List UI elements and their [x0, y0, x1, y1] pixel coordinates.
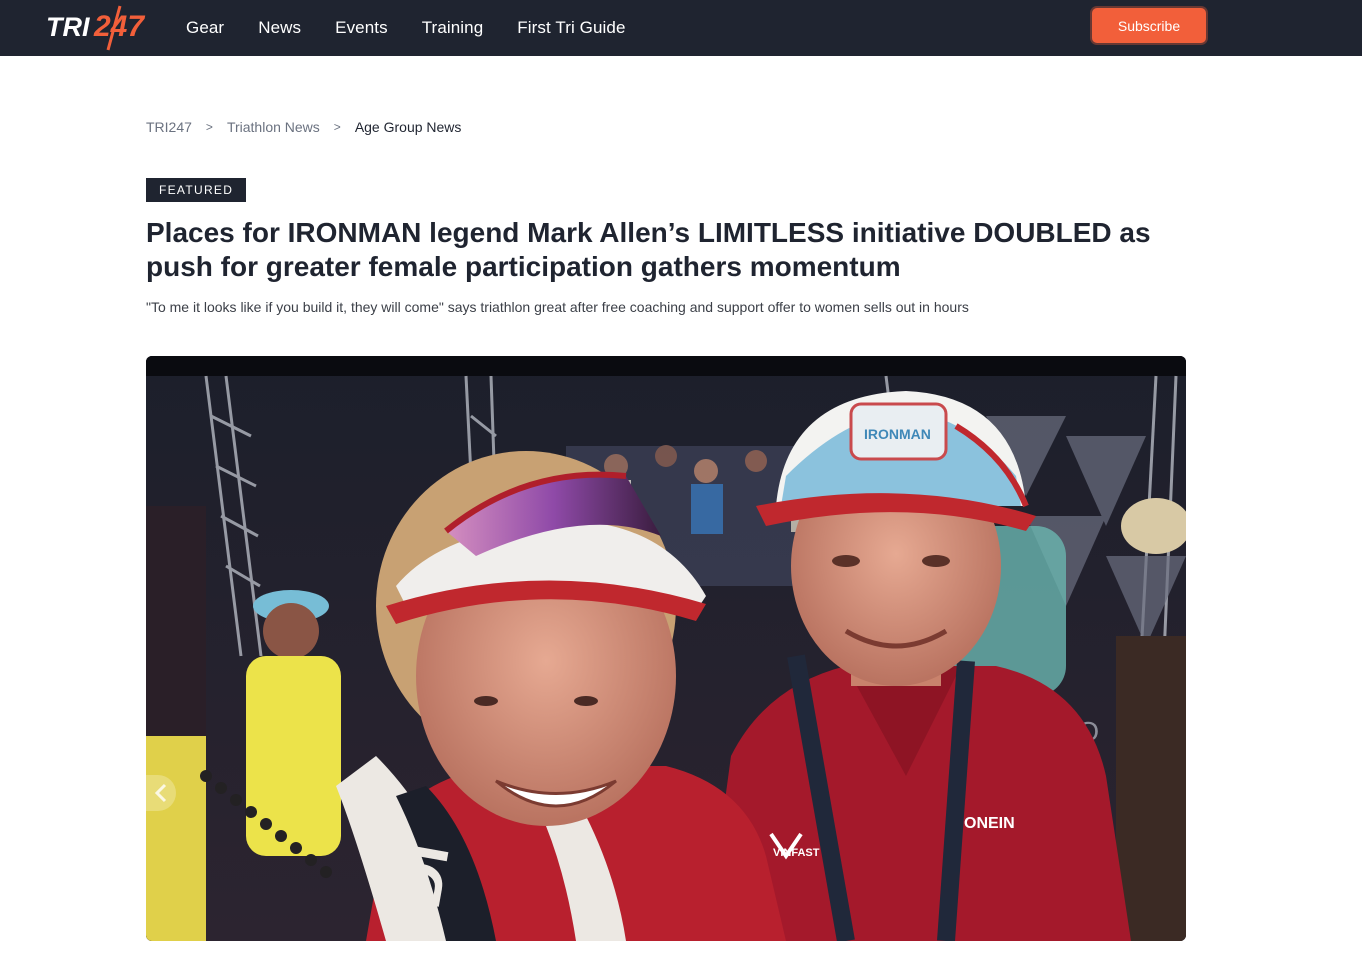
- breadcrumb-home[interactable]: TRI247: [146, 119, 192, 135]
- hero-image: WO VINFAST ONEIN IRONMAN DI: [146, 356, 1186, 941]
- breadcrumb-separator: >: [205, 120, 213, 134]
- shirt-badge-text: ONEIN: [964, 815, 1015, 832]
- svg-text:247: 247: [93, 10, 145, 43]
- site-logo[interactable]: TRI 247: [44, 2, 148, 52]
- nav-link-events[interactable]: Events: [335, 18, 388, 38]
- breadcrumb-current: Age Group News: [354, 119, 462, 135]
- tri247-logo-icon: TRI 247: [46, 5, 145, 51]
- top-navigation: TRI 247 Gear News Events Training First …: [0, 0, 1362, 56]
- breadcrumb: TRI247 > Triathlon News > Age Group News: [146, 119, 461, 135]
- chevron-left-icon: [154, 783, 167, 803]
- subscribe-button[interactable]: Subscribe: [1092, 8, 1206, 43]
- svg-text:DI: DI: [381, 838, 463, 914]
- svg-text:TRI: TRI: [46, 12, 90, 42]
- breadcrumb-triathlon-news[interactable]: Triathlon News: [227, 119, 320, 135]
- breadcrumb-separator: >: [333, 120, 341, 134]
- article-standfirst: "To me it looks like if you build it, th…: [146, 299, 969, 315]
- nav-link-news[interactable]: News: [258, 18, 301, 38]
- featured-badge: FEATURED: [146, 178, 247, 202]
- nav-link-first-tri-guide[interactable]: First Tri Guide: [517, 18, 625, 38]
- nav-link-training[interactable]: Training: [422, 18, 484, 38]
- cap-logo-text: IRONMAN: [864, 426, 931, 442]
- article-headline: Places for IRONMAN legend Mark Allen’s L…: [146, 217, 1151, 282]
- nav-link-gear[interactable]: Gear: [186, 18, 224, 38]
- main-nav: Gear News Events Training First Tri Guid…: [186, 0, 660, 56]
